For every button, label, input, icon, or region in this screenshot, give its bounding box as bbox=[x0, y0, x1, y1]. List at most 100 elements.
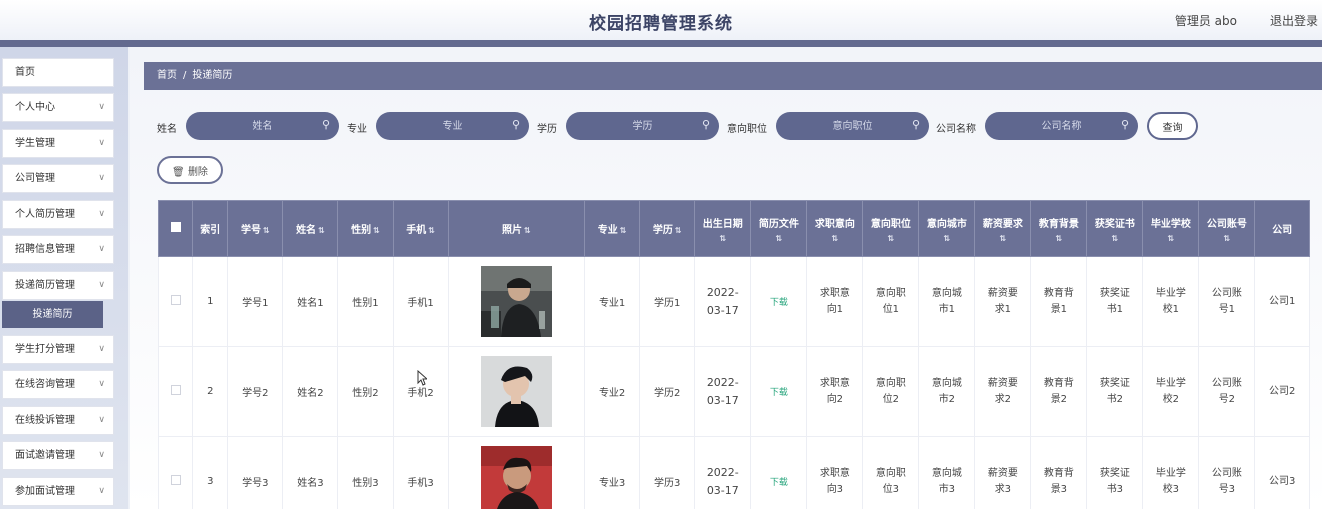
download-link[interactable]: 下载 bbox=[770, 298, 788, 308]
column-header[interactable]: 意向职位 ⇅ bbox=[862, 200, 920, 257]
sort-icon[interactable]: ⇅ bbox=[697, 234, 748, 243]
search-icon: ⚲ bbox=[512, 118, 521, 131]
select-all-header[interactable] bbox=[158, 200, 194, 257]
table-cell: 求职意向3 bbox=[806, 436, 864, 509]
sort-icon[interactable]: ⇅ bbox=[865, 234, 916, 243]
table-row[interactable]: 1 学号1 姓名1 性别1 手机1 专业1 学历1 2022-03-17 下载 求职意向1 意向职位… bbox=[158, 256, 1310, 347]
row-select-cell[interactable] bbox=[158, 256, 194, 347]
sidebar-item[interactable]: 学生管理 ∨ bbox=[2, 129, 114, 158]
sidebar-item-label: 个人中心 bbox=[15, 102, 55, 113]
breadcrumb-home[interactable]: 首页 bbox=[157, 70, 177, 81]
download-link[interactable]: 下载 bbox=[770, 388, 788, 398]
table-cell: 学历3 bbox=[639, 436, 696, 509]
sidebar-item[interactable]: 公司管理 ∨ bbox=[2, 164, 114, 193]
column-header[interactable]: 性别 ⇅ bbox=[337, 200, 394, 257]
search-input-major[interactable] bbox=[376, 112, 529, 140]
sort-icon[interactable]: ⇅ bbox=[921, 234, 972, 243]
column-header[interactable]: 姓名 ⇅ bbox=[282, 200, 339, 257]
sort-icon[interactable]: ⇅ bbox=[263, 226, 270, 235]
resume-file-cell: 下载 bbox=[750, 256, 808, 347]
column-header[interactable]: 获奖证书 ⇅ bbox=[1086, 200, 1144, 257]
query-button[interactable]: 查询 bbox=[1147, 112, 1198, 140]
column-header[interactable]: 意向城市 ⇅ bbox=[918, 200, 976, 257]
sidebar-item-label: 学生打分管理 bbox=[15, 344, 75, 355]
column-header[interactable]: 学号 ⇅ bbox=[227, 200, 284, 257]
sidebar-subitem-active[interactable]: 投递简历 bbox=[2, 301, 103, 328]
table-cell: 姓名2 bbox=[282, 346, 339, 437]
sort-icon[interactable]: ⇅ bbox=[373, 226, 380, 235]
column-header[interactable]: 公司账号 ⇅ bbox=[1198, 200, 1256, 257]
row-select-cell[interactable] bbox=[158, 346, 194, 437]
sidebar-item[interactable]: 首页 bbox=[2, 58, 114, 87]
chevron-down-icon: ∨ bbox=[98, 415, 105, 425]
sort-icon[interactable]: ⇅ bbox=[1033, 234, 1084, 243]
column-header[interactable]: 学历 ⇅ bbox=[639, 200, 696, 257]
logout-link[interactable]: 退出登录 bbox=[1270, 12, 1318, 29]
column-header[interactable]: 照片 ⇅ bbox=[447, 200, 586, 257]
sort-icon[interactable]: ⇅ bbox=[809, 234, 860, 243]
sidebar-item[interactable]: 投递简历管理 ∨ bbox=[2, 271, 114, 300]
resume-table-wrap[interactable]: 索引 学号 ⇅ 姓名 ⇅ 性别 ⇅ 手机 ⇅ 照片 ⇅ 专业 ⇅ 学历 ⇅ 出生日期 ⇅ 简历文件 ⇅ 求职意向 ⇅ 意向… bbox=[158, 200, 1310, 509]
sidebar-item[interactable]: 个人简历管理 ∨ bbox=[2, 200, 114, 229]
column-header[interactable]: 手机 ⇅ bbox=[392, 200, 449, 257]
delete-button[interactable]: 🗑 删除 bbox=[157, 156, 223, 184]
search-icon: ⚲ bbox=[322, 118, 331, 131]
sidebar-item[interactable]: 个人中心 ∨ bbox=[2, 93, 114, 122]
column-header[interactable]: 求职意向 ⇅ bbox=[806, 200, 864, 257]
sidebar-item[interactable]: 学生打分管理 ∨ bbox=[2, 335, 114, 364]
table-cell: 毕业学校3 bbox=[1142, 436, 1200, 509]
sort-icon[interactable]: ⇅ bbox=[1145, 234, 1196, 243]
sort-icon[interactable]: ⇅ bbox=[428, 226, 435, 235]
table-row[interactable]: 3 学号3 姓名3 性别3 手机3 专业3 学历3 2022-03-17 下载 求职意向3 意向职位… bbox=[158, 436, 1310, 509]
table-cell: 姓名1 bbox=[282, 256, 339, 347]
student-photo bbox=[480, 446, 552, 509]
row-checkbox[interactable] bbox=[170, 295, 181, 305]
table-cell: 教育背景2 bbox=[1030, 346, 1088, 437]
chevron-down-icon: ∨ bbox=[98, 102, 105, 112]
sidebar-item-label: 在线咨询管理 bbox=[15, 379, 75, 390]
search-input-edu[interactable] bbox=[566, 112, 719, 140]
column-header[interactable]: 毕业学校 ⇅ bbox=[1142, 200, 1200, 257]
column-header[interactable]: 专业 ⇅ bbox=[584, 200, 641, 257]
search-input-name[interactable] bbox=[186, 112, 339, 140]
column-header[interactable]: 出生日期 ⇅ bbox=[694, 200, 752, 257]
search-input-position[interactable] bbox=[776, 112, 929, 140]
sidebar: 首页个人中心 ∨ 学生管理 ∨ 公司管理 ∨ 个人简历管理 ∨ 招聘信息管理 ∨ 投递简历管理 ∨ 学生… bbox=[0, 47, 128, 509]
search-label-name: 姓名 bbox=[157, 124, 177, 135]
sidebar-item[interactable]: 参加面试管理 ∨ bbox=[2, 477, 114, 506]
sidebar-item-label: 面试邀请管理 bbox=[15, 450, 75, 461]
column-header[interactable]: 教育背景 ⇅ bbox=[1030, 200, 1088, 257]
table-cell: 意向城市1 bbox=[918, 256, 976, 347]
sidebar-item[interactable]: 面试邀请管理 ∨ bbox=[2, 441, 114, 470]
sidebar-item[interactable]: 在线咨询管理 ∨ bbox=[2, 370, 114, 399]
row-checkbox[interactable] bbox=[170, 475, 181, 485]
column-header[interactable]: 薪资要求 ⇅ bbox=[974, 200, 1032, 257]
resume-file-cell: 下载 bbox=[750, 346, 808, 437]
table-row[interactable]: 2 学号2 姓名2 性别2 手机2 专业2 学历2 2022-03-17 下载 求职意向2 意向职位… bbox=[158, 346, 1310, 437]
column-header[interactable]: 简历文件 ⇅ bbox=[750, 200, 808, 257]
sort-icon[interactable]: ⇅ bbox=[524, 226, 531, 235]
table-cell: 毕业学校2 bbox=[1142, 346, 1200, 437]
table-cell: 公司账号3 bbox=[1198, 436, 1256, 509]
table-cell: 求职意向1 bbox=[806, 256, 864, 347]
sort-icon[interactable]: ⇅ bbox=[977, 234, 1028, 243]
sort-icon[interactable]: ⇅ bbox=[753, 234, 804, 243]
download-link[interactable]: 下载 bbox=[770, 478, 788, 488]
search-input-company[interactable] bbox=[985, 112, 1138, 140]
table-cell: 公司2 bbox=[1254, 346, 1310, 437]
sort-icon[interactable]: ⇅ bbox=[318, 226, 325, 235]
sort-icon[interactable]: ⇅ bbox=[1089, 234, 1140, 243]
sidebar-item[interactable]: 在线投诉管理 ∨ bbox=[2, 406, 114, 435]
chevron-down-icon: ∨ bbox=[98, 280, 105, 290]
table-cell: 专业3 bbox=[584, 436, 641, 509]
select-all-checkbox[interactable] bbox=[170, 222, 181, 232]
row-select-cell[interactable] bbox=[158, 436, 194, 509]
sort-icon[interactable]: ⇅ bbox=[675, 226, 682, 235]
sort-icon[interactable]: ⇅ bbox=[620, 226, 627, 235]
sidebar-item[interactable]: 招聘信息管理 ∨ bbox=[2, 235, 114, 264]
header-divider bbox=[0, 40, 1322, 47]
sort-icon[interactable]: ⇅ bbox=[1201, 234, 1252, 243]
table-cell: 公司1 bbox=[1254, 256, 1310, 347]
row-checkbox[interactable] bbox=[170, 385, 181, 395]
column-header-label: 获奖证书 bbox=[1094, 218, 1135, 230]
